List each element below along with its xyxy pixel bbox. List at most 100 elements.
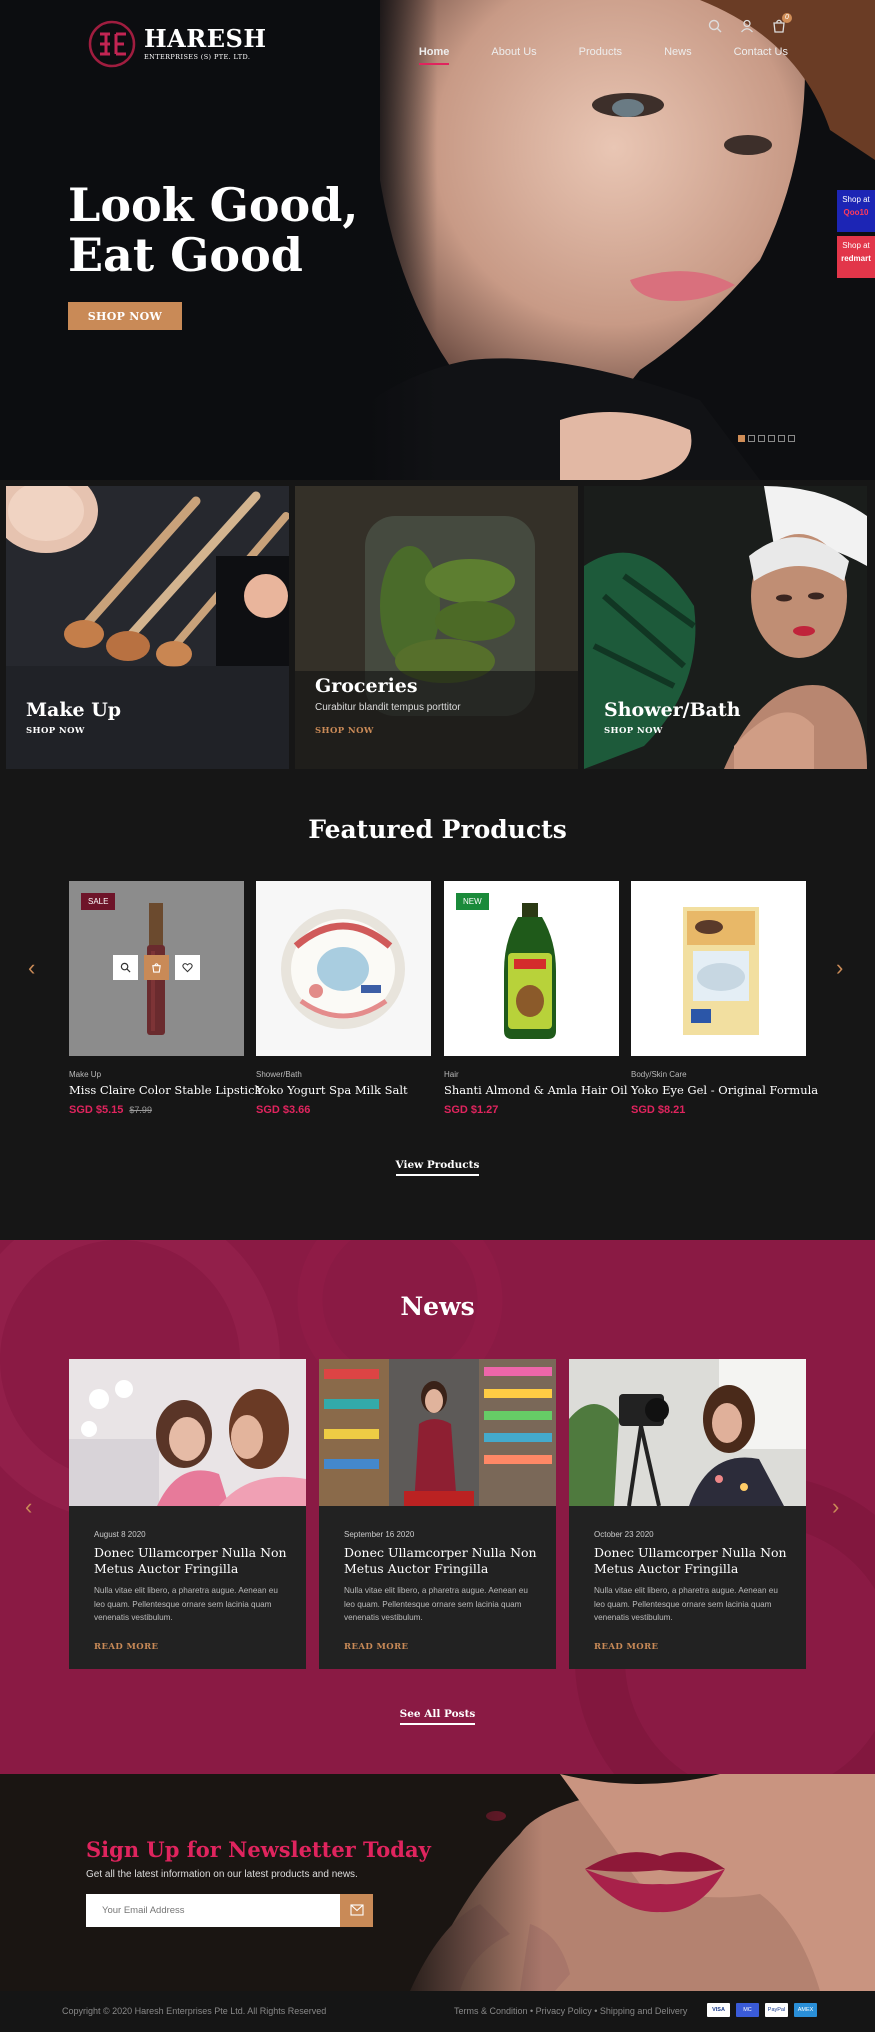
slider-dot[interactable]	[748, 435, 755, 442]
news-prev-arrow[interactable]: ‹	[25, 1494, 32, 1520]
paypal-icon: PayPal	[765, 2003, 788, 2017]
view-products-label: View Products	[395, 1159, 480, 1176]
slider-dot[interactable]	[738, 435, 745, 442]
newsletter-email-input[interactable]	[86, 1894, 340, 1927]
featured-title: Featured Products	[308, 815, 567, 844]
news-image[interactable]	[569, 1359, 806, 1506]
wishlist-heart-icon[interactable]	[175, 955, 200, 980]
mastercard-icon: MC	[736, 2003, 759, 2017]
featured-prev-arrow[interactable]: ‹	[28, 955, 35, 981]
news-section: News ‹ › August 8 2020 Donec Ullamcorper…	[0, 1240, 875, 1774]
main-nav: Home About Us Products News Contact Us	[418, 46, 788, 65]
see-all-posts-link[interactable]: See All Posts	[0, 1708, 875, 1725]
product-price-row: SGD $5.15 $7.99	[69, 1104, 244, 1116]
category-shop-now-link[interactable]: SHOP NOW	[315, 726, 374, 736]
amex-card-icon: AMEX	[794, 2003, 817, 2017]
newsletter-section: Sign Up for Newsletter Today Get all the…	[0, 1774, 875, 1991]
hero-title-line1: Look Good,	[68, 178, 359, 232]
hero-title-line2: Eat Good	[68, 228, 303, 282]
product-category: Hair	[444, 1070, 459, 1079]
cart-count-badge: 0	[782, 13, 792, 23]
hero-title: Look Good, Eat Good	[68, 180, 358, 280]
read-more-link[interactable]: READ MORE	[594, 1642, 658, 1652]
nav-news[interactable]: News	[664, 46, 692, 65]
news-next-arrow[interactable]: ›	[832, 1494, 839, 1520]
product-card[interactable]: SALE Make Up Miss Claire Color Stable Li…	[69, 881, 262, 1116]
news-title-text[interactable]: Donec Ullamcorper Nulla Non Metus Auctor…	[594, 1545, 794, 1576]
featured-next-arrow[interactable]: ›	[836, 955, 843, 981]
add-to-cart-icon[interactable]	[144, 955, 169, 980]
category-tile-groceries[interactable]: Groceries Curabitur blandit tempus portt…	[295, 486, 578, 769]
nav-home[interactable]: Home	[418, 46, 450, 65]
product-name[interactable]: Miss Claire Color Stable Lipstick	[69, 1083, 262, 1097]
product-price-row: SGD $1.27	[444, 1104, 619, 1116]
redmart-badge-label: Shop at	[842, 241, 870, 250]
newsletter-subtitle: Get all the latest information on our la…	[86, 1869, 358, 1880]
news-title: News	[400, 1292, 475, 1321]
category-shop-now-link[interactable]: SHOP NOW	[604, 726, 663, 736]
product-image[interactable]	[256, 881, 431, 1056]
qoo10-badge[interactable]: Shop at Qoo10	[837, 190, 875, 232]
hero-banner: HARESH ENTERPRISES (S) PTE. LTD. 0 Home …	[0, 0, 875, 480]
see-all-posts-label: See All Posts	[399, 1708, 476, 1725]
product-image[interactable]	[631, 881, 806, 1056]
slider-dot[interactable]	[768, 435, 775, 442]
redmart-badge[interactable]: Shop at redmart	[837, 236, 875, 278]
qoo10-badge-brand: Qoo10	[843, 208, 869, 217]
slider-dot[interactable]	[758, 435, 765, 442]
nav-about[interactable]: About Us	[491, 46, 536, 65]
product-name[interactable]: Yoko Eye Gel - Original Formula	[631, 1083, 818, 1097]
logo-mark-icon	[88, 20, 136, 68]
slider-dot[interactable]	[778, 435, 785, 442]
brand-name: HARESH	[144, 24, 267, 53]
sale-badge: SALE	[81, 893, 116, 910]
category-shop-now-link[interactable]: SHOP NOW	[26, 726, 85, 736]
product-price-row: SGD $8.21	[631, 1104, 806, 1116]
slider-dot[interactable]	[788, 435, 795, 442]
news-title-text[interactable]: Donec Ullamcorper Nulla Non Metus Auctor…	[94, 1545, 294, 1576]
news-card[interactable]: August 8 2020 Donec Ullamcorper Nulla No…	[69, 1359, 306, 1669]
news-image[interactable]	[69, 1359, 306, 1506]
redmart-badge-brand: redmart	[841, 254, 871, 263]
product-name[interactable]: Yoko Yogurt Spa Milk Salt	[256, 1083, 431, 1097]
news-excerpt: Nulla vitae elit libero, a pharetra augu…	[344, 1586, 528, 1622]
product-price: SGD $8.21	[631, 1104, 686, 1116]
product-category: Shower/Bath	[256, 1070, 302, 1079]
product-card[interactable]: Shower/Bath Yoko Yogurt Spa Milk Salt SG…	[256, 881, 431, 1116]
news-date: September 16 2020	[344, 1530, 415, 1539]
brand-subtitle: ENTERPRISES (S) PTE. LTD.	[144, 53, 251, 61]
site-logo[interactable]: HARESH ENTERPRISES (S) PTE. LTD.	[86, 18, 267, 70]
category-tile-makeup[interactable]: Make Up SHOP NOW	[6, 486, 289, 769]
product-image[interactable]: SALE	[69, 881, 244, 1056]
news-title-text[interactable]: Donec Ullamcorper Nulla Non Metus Auctor…	[344, 1545, 544, 1576]
nav-products[interactable]: Products	[579, 46, 622, 65]
category-tile-shower-bath[interactable]: Shower/Bath SHOP NOW	[584, 486, 867, 769]
product-card[interactable]: Body/Skin Care Yoko Eye Gel - Original F…	[631, 881, 818, 1116]
product-price-row: SGD $3.66	[256, 1104, 431, 1116]
nav-contact[interactable]: Contact Us	[734, 46, 788, 65]
copyright-text: Copyright © 2020 Haresh Enterprises Pte …	[62, 2006, 327, 2016]
news-excerpt: Nulla vitae elit libero, a pharetra augu…	[94, 1586, 278, 1622]
header-icons: 0	[707, 13, 792, 34]
product-card[interactable]: NEW Hair Shanti Almond & Amla Hair Oil S…	[444, 881, 628, 1116]
user-icon[interactable]	[739, 18, 755, 34]
category-title: Groceries	[315, 675, 418, 697]
product-image[interactable]: NEW	[444, 881, 619, 1056]
newsletter-submit-button[interactable]	[340, 1894, 373, 1927]
product-name[interactable]: Shanti Almond & Amla Hair Oil	[444, 1083, 628, 1097]
read-more-link[interactable]: READ MORE	[94, 1642, 158, 1652]
news-card[interactable]: October 23 2020 Donec Ullamcorper Nulla …	[569, 1359, 806, 1669]
qoo10-badge-label: Shop at	[842, 195, 870, 204]
spa-salt-jar-image	[256, 881, 431, 1056]
news-date: August 8 2020	[94, 1530, 146, 1539]
news-card[interactable]: September 16 2020 Donec Ullamcorper Null…	[319, 1359, 556, 1669]
read-more-link[interactable]: READ MORE	[344, 1642, 408, 1652]
news-date: October 23 2020	[594, 1530, 654, 1539]
search-icon[interactable]	[707, 18, 723, 34]
footer-policy-links[interactable]: Terms & Condition • Privacy Policy • Shi…	[454, 2006, 687, 2016]
cart-icon[interactable]: 0	[771, 13, 792, 34]
quick-view-icon[interactable]	[113, 955, 138, 980]
hero-shop-now-button[interactable]: SHOP NOW	[68, 302, 182, 330]
view-products-link[interactable]: View Products	[0, 1159, 875, 1176]
news-image[interactable]	[319, 1359, 556, 1506]
